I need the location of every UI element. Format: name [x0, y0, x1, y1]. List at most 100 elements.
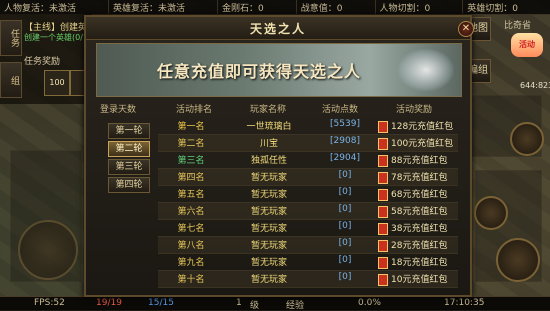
reward-cell: 28元充值红包: [378, 238, 458, 252]
rank-cell: 第五名: [177, 190, 205, 200]
table-row: 第五名 暂无玩家 [0] 68元充值红包: [158, 185, 458, 203]
player-cell: 暂无玩家: [250, 207, 287, 217]
player-cell: 暂无玩家: [250, 173, 287, 183]
red-packet-icon: [378, 222, 388, 235]
points-cell: [0]: [338, 255, 352, 265]
rank-cell: 第六名: [177, 207, 205, 217]
player-cell: 暂无玩家: [250, 224, 287, 234]
reward-text: 88元充值红包: [391, 156, 448, 166]
points-cell: [0]: [338, 170, 352, 180]
reward-cell: 38元充值红包: [378, 221, 458, 235]
reward-item[interactable]: 100: [44, 70, 70, 96]
gift-icon[interactable]: 活动: [511, 33, 543, 57]
header-points: 活动点数: [322, 105, 359, 115]
reward-cell: 68元充值红包: [378, 187, 458, 201]
quest-tab[interactable]: 任务: [0, 20, 22, 56]
red-packet-icon: [378, 154, 388, 167]
red-packet-icon: [378, 256, 388, 269]
modal-title: 天选之人: [249, 22, 306, 36]
rank-cell: 第十名: [177, 275, 205, 285]
exp-label: 经验: [286, 301, 305, 311]
table-header: 登录天数 活动排名 玩家名称 活动点数 活动奖励: [96, 99, 460, 115]
rank-cell: 第一名: [177, 122, 205, 132]
reward-text: 78元充值红包: [391, 173, 448, 183]
group-side-tab[interactable]: 组: [0, 62, 22, 98]
attack-button[interactable]: [496, 238, 540, 282]
quest-panel[interactable]: 任务 组 【主线】创建英 创建一个英雄(0/1 任务奖励 100: [0, 14, 96, 104]
status-cell: 人物切割：0: [376, 0, 464, 14]
reward-text: 28元充值红包: [391, 241, 448, 251]
rank-cell: 第三名: [177, 156, 205, 166]
rank-cell: 第九名: [177, 258, 205, 268]
points-cell: [0]: [338, 272, 352, 282]
reward-text: 128元充值红包: [391, 122, 454, 132]
player-cell: 川宝: [259, 139, 278, 149]
banner-art: [397, 48, 455, 92]
status-cell: 人物复活：未激活: [0, 0, 110, 14]
reward-text: 100元充值红包: [391, 139, 454, 149]
reward-cell: 128元充值红包: [378, 119, 458, 133]
reward-cell: 10元充值红包: [378, 272, 458, 286]
clock: 17:10:35: [444, 298, 485, 308]
points-cell: [0]: [338, 238, 352, 248]
round-tab[interactable]: 第三轮: [108, 159, 150, 175]
table-row: 第四名 暂无玩家 [0] 78元充值红包: [158, 168, 458, 186]
rank-cell: 第七名: [177, 224, 205, 234]
event-modal: 天选之人 ✕ 任意充值即可获得天选之人 登录天数 活动排名 玩家名称 活动点数 …: [84, 15, 474, 297]
reward-text: 58元充值红包: [391, 207, 448, 217]
table-row: 第十名 暂无玩家 [0] 10元充值红包: [158, 270, 458, 288]
red-packet-icon: [378, 205, 388, 218]
close-icon[interactable]: ✕: [458, 21, 474, 37]
header-round: 登录天数: [100, 105, 137, 115]
player-cell: 一世琉璃白: [246, 122, 292, 132]
modal-titlebar: 天选之人 ✕: [86, 17, 474, 40]
player-cell: 暂无玩家: [250, 258, 287, 268]
joystick[interactable]: [18, 220, 78, 280]
points-cell: [0]: [338, 221, 352, 231]
round-tabs: 第一轮第二轮第三轮第四轮: [96, 117, 156, 287]
table-row: 第二名 川宝 [2908] 100元充值红包: [158, 134, 458, 152]
reward-text: 18元充值红包: [391, 258, 448, 268]
hp-readout: 19/19: [96, 298, 122, 308]
points-cell: [2908]: [330, 136, 360, 146]
header-player: 玩家名称: [250, 105, 287, 115]
coordinates: 644:823: [520, 81, 550, 90]
player-cell: 暂无玩家: [250, 190, 287, 200]
points-cell: [5539]: [330, 119, 360, 129]
quest-reward-label: 任务奖励: [24, 57, 61, 67]
round-tab[interactable]: 第四轮: [108, 177, 150, 193]
table-row: 第一名 一世琉璃白 [5539] 128元充值红包: [158, 117, 458, 135]
round-tab[interactable]: 第二轮: [108, 141, 150, 157]
status-cell: 英雄复活：未激活: [109, 0, 219, 14]
player-cell: 暂无玩家: [250, 241, 287, 251]
table-row: 第三名 独孤任性 [2904] 88元充值红包: [158, 151, 458, 169]
table-row: 第七名 暂无玩家 [0] 38元充值红包: [158, 219, 458, 237]
status-cell: 战意值：0: [297, 0, 376, 14]
reward-cell: 58元充值红包: [378, 204, 458, 218]
mp-readout: 15/15: [148, 298, 174, 308]
player-cell: 暂无玩家: [250, 275, 287, 285]
skill-button[interactable]: [474, 196, 508, 230]
fps-readout: FPS:52: [34, 298, 65, 308]
red-packet-icon: [378, 188, 388, 201]
status-bar: 人物复活：未激活 英雄复活：未激活 金刚石：0 战意值：0 人物切割：0 英雄切…: [0, 0, 550, 15]
header-reward: 活动奖励: [396, 105, 433, 115]
red-packet-icon: [378, 239, 388, 252]
map-name: 比奇省: [504, 21, 532, 31]
reward-text: 38元充值红包: [391, 224, 448, 234]
quest-progress: 创建一个英雄(0/1: [24, 33, 88, 42]
reward-cell: 78元充值红包: [378, 170, 458, 184]
red-packet-icon: [378, 171, 388, 184]
red-packet-icon: [378, 273, 388, 286]
exp-value: 0.0%: [358, 298, 381, 308]
level-label: 级: [250, 301, 260, 311]
event-banner: 任意充值即可获得天选之人: [96, 43, 462, 97]
round-tab[interactable]: 第一轮: [108, 123, 150, 139]
skill-button[interactable]: [510, 122, 544, 156]
rank-cell: 第八名: [177, 241, 205, 251]
status-cell: 英雄切割：0: [467, 4, 518, 14]
points-cell: [0]: [338, 187, 352, 197]
reward-text: 10元充值红包: [391, 275, 448, 285]
points-cell: [0]: [338, 204, 352, 214]
banner-text: 任意充值即可获得天选之人: [157, 62, 362, 81]
